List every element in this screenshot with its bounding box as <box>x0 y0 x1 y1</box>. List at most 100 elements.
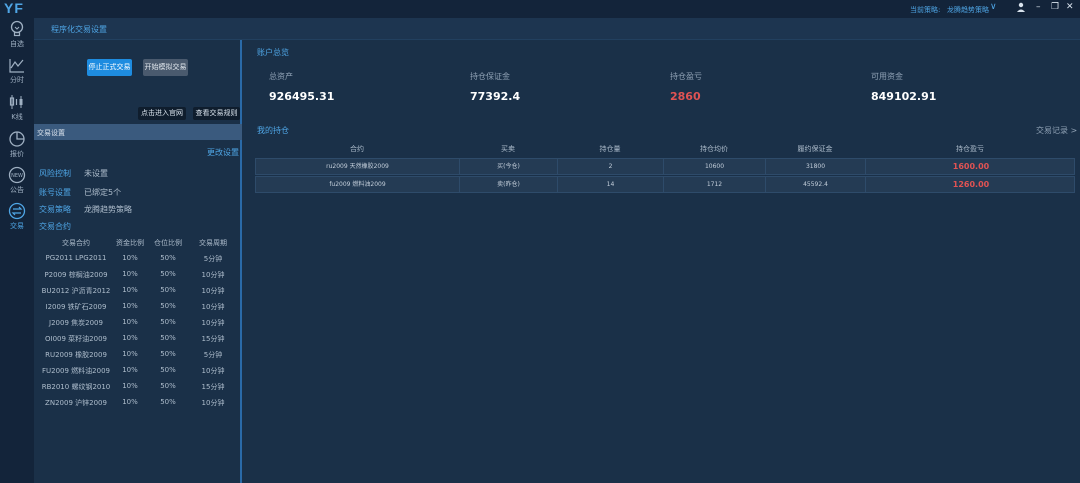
position-pnl-label: 持仓盈亏 <box>670 72 702 81</box>
account-settings-label[interactable]: 账号设置 <box>39 187 71 198</box>
strategy-label[interactable]: 交易策略 <box>39 204 71 215</box>
fund-ratio-cell: 10% <box>122 302 138 310</box>
nav-item-notice[interactable]: NEW 公告 <box>0 166 34 200</box>
margin-cell: 31800 <box>766 159 866 175</box>
exchange-icon <box>8 202 26 220</box>
period-cell: 15分钟 <box>201 383 225 391</box>
contract-cell: BU2012 沪沥青2012 <box>41 287 111 295</box>
fund-ratio-cell: 10% <box>122 270 138 278</box>
risk-control-label[interactable]: 风险控制 <box>39 168 71 179</box>
stop-live-trading-button[interactable]: 停止正式交易 <box>87 59 132 76</box>
change-settings-link[interactable]: 更改设置 <box>207 147 239 158</box>
account-settings-value: 已绑定5个 <box>84 188 122 197</box>
candlestick-icon <box>9 95 23 109</box>
nav-item-watchlist[interactable]: 自选 <box>0 20 34 54</box>
new-badge-icon: NEW <box>8 166 26 184</box>
title-bar: YF 当前策略: 龙腾趋势策略 ∨ – ❐ ✕ <box>0 0 1080 18</box>
position-ratio-cell: 50% <box>160 270 176 278</box>
position-ratio-cell: 50% <box>160 254 176 262</box>
contract-cell: FU2009 燃料油2009 <box>41 367 110 375</box>
period-cell: 5分钟 <box>203 255 223 263</box>
total-assets-label: 总资产 <box>269 72 293 81</box>
table-row: RB2010 螺纹钢2010 10% 50% 15分钟 <box>34 382 242 398</box>
trading-rules-button[interactable]: 查看交易规则 <box>193 107 240 120</box>
contract-cell: fu2009 燃料油2009 <box>256 177 460 193</box>
contract-cell: I2009 铁矿石2009 <box>45 303 107 311</box>
period-cell: 10分钟 <box>201 287 225 295</box>
direction-cell: 买(今仓) <box>460 159 558 175</box>
position-ratio-cell: 50% <box>160 318 176 326</box>
fund-ratio-cell: 10% <box>122 254 138 262</box>
margin-cell: 45592.4 <box>766 177 866 193</box>
available-funds-value: 849102.91 <box>871 90 937 103</box>
table-row: PG2011 LPG2011 10% 50% 5分钟 <box>34 254 242 270</box>
table-row: BU2012 沪沥青2012 10% 50% 10分钟 <box>34 286 242 302</box>
direction-cell: 卖(昨仓) <box>460 177 558 193</box>
column-header: 持仓量 <box>599 145 621 153</box>
nav-item-kline[interactable]: K线 <box>0 93 34 127</box>
table-row: ZN2009 沪锌2009 10% 50% 10分钟 <box>34 398 242 414</box>
period-cell: 10分钟 <box>201 319 225 327</box>
official-site-button[interactable]: 点击进入官网 <box>138 107 186 120</box>
table-row: J2009 焦炭2009 10% 50% 10分钟 <box>34 318 242 334</box>
avg-price-cell: 1712 <box>664 177 766 193</box>
position-ratio-cell: 50% <box>160 334 176 342</box>
column-header: 履约保证金 <box>797 145 833 153</box>
nav-item-quote[interactable]: 报价 <box>0 130 34 164</box>
table-row: FU2009 燃料油2009 10% 50% 10分钟 <box>34 366 242 382</box>
page-tab-bar: 程序化交易设置 <box>34 18 1080 40</box>
fund-ratio-cell: 10% <box>122 334 138 342</box>
contract-cell: RB2010 螺纹钢2010 <box>41 383 111 391</box>
nav-item-timeshare[interactable]: 分时 <box>0 56 34 90</box>
table-row: I2009 铁矿石2009 10% 50% 10分钟 <box>34 302 242 318</box>
holdings-header-row: 合约 买卖 持仓量 持仓均价 履约保证金 持仓盈亏 <box>255 144 1075 157</box>
table-row[interactable]: fu2009 燃料油2009 卖(昨仓) 14 1712 45592.4 126… <box>255 176 1075 193</box>
user-icon[interactable] <box>1016 2 1026 15</box>
position-ratio-cell: 50% <box>160 398 176 406</box>
fund-ratio-cell: 10% <box>122 382 138 390</box>
contract-cell: ZN2009 沪锌2009 <box>45 399 107 407</box>
position-ratio-cell: 50% <box>160 286 176 294</box>
trade-records-link[interactable]: 交易记录 > <box>1036 125 1077 136</box>
quantity-cell: 2 <box>558 159 664 175</box>
column-header: 买卖 <box>501 145 515 153</box>
table-row[interactable]: ru2009 天然橡胶2009 买(今仓) 2 10600 31800 1600… <box>255 158 1075 175</box>
contract-cell: RU2009 橡胶2009 <box>45 351 107 359</box>
period-cell: 10分钟 <box>201 303 225 311</box>
account-panel: 账户总览 总资产 926495.31 持仓保证金 77392.4 持仓盈亏 28… <box>244 40 1080 483</box>
position-ratio-cell: 50% <box>160 366 176 374</box>
fund-ratio-cell: 10% <box>122 366 138 374</box>
available-funds-label: 可用资金 <box>871 72 903 81</box>
tab-program-trading-settings[interactable]: 程序化交易设置 <box>51 24 107 35</box>
column-header: 仓位比例 <box>154 239 182 247</box>
position-ratio-cell: 50% <box>160 382 176 390</box>
column-header: 交易周期 <box>199 239 227 247</box>
period-cell: 5分钟 <box>203 351 223 359</box>
table-row: OI009 菜籽油2009 10% 50% 15分钟 <box>34 334 242 350</box>
pnl-cell: 1600.00 <box>952 162 990 171</box>
chevron-down-icon[interactable]: ∨ <box>990 2 997 12</box>
contract-cell: P2009 棕榈油2009 <box>44 271 108 279</box>
quantity-cell: 14 <box>558 177 664 193</box>
contract-cell: PG2011 LPG2011 <box>45 254 107 262</box>
close-icon[interactable]: ✕ <box>1066 2 1074 12</box>
period-cell: 10分钟 <box>201 399 225 407</box>
contract-cell: ru2009 天然橡胶2009 <box>256 159 460 175</box>
contract-cell: J2009 焦炭2009 <box>49 319 103 327</box>
restore-icon[interactable]: ❐ <box>1051 2 1059 12</box>
my-holdings-title: 我的持仓 <box>257 126 289 135</box>
current-strategy-value[interactable]: 龙腾趋势策略 <box>947 5 989 15</box>
fund-ratio-cell: 10% <box>122 398 138 406</box>
start-sim-trading-button[interactable]: 开始模拟交易 <box>143 59 188 76</box>
column-header: 持仓均价 <box>700 145 728 153</box>
fund-ratio-cell: 10% <box>122 318 138 326</box>
nav-label: 报价 <box>10 150 24 158</box>
nav-label: 交易 <box>10 222 24 230</box>
nav-label: 公告 <box>10 186 24 194</box>
main-area: 程序化交易设置 停止正式交易 开始模拟交易 点击进入官网 查看交易规则 交易设置… <box>34 18 1080 483</box>
minimize-icon[interactable]: – <box>1036 2 1041 12</box>
fund-ratio-cell: 10% <box>122 286 138 294</box>
nav-item-trade[interactable]: 交易 <box>0 202 34 236</box>
sidebar-nav: 自选 分时 K线 报价 NEW 公告 交易 <box>0 18 34 483</box>
fund-ratio-cell: 10% <box>122 350 138 358</box>
